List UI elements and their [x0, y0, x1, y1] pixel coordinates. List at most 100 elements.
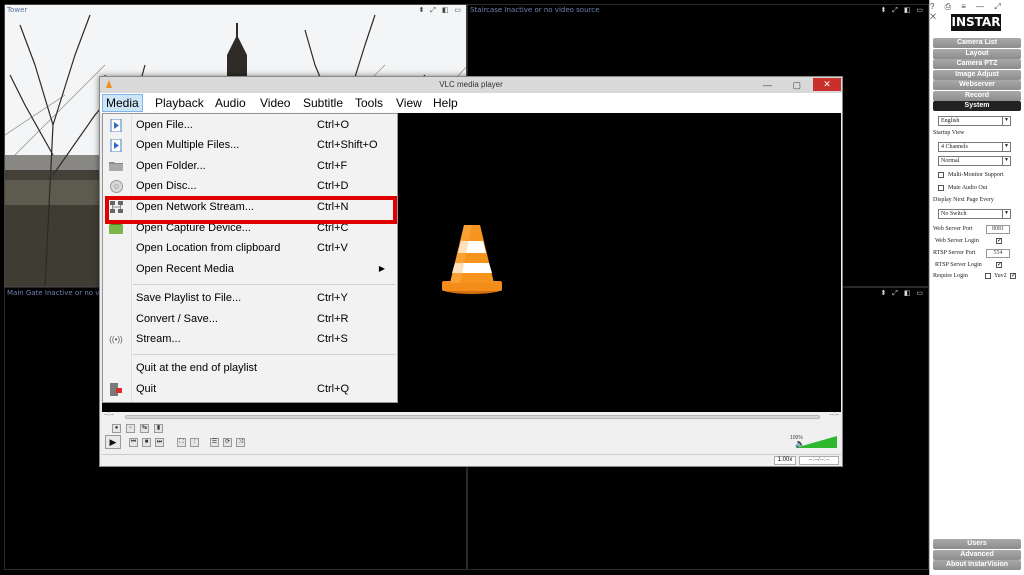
fullscreen-icon[interactable]: ⛶	[177, 438, 186, 447]
web-server-port-input[interactable]: 8081	[986, 225, 1010, 234]
nav-layout[interactable]: Layout	[933, 49, 1021, 59]
language-select[interactable]: English ▼	[938, 116, 1011, 126]
menu-item-label: Quit	[136, 383, 157, 395]
loop-icon[interactable]: ⟳	[223, 438, 232, 447]
close-icon[interactable]: ✕	[813, 78, 841, 91]
nav-users[interactable]: Users	[933, 539, 1021, 549]
rtsp-login-checkbox[interactable]: ✓	[996, 262, 1002, 268]
camera-tools[interactable]: ⬍ ⤢ ◧ ▭	[880, 6, 925, 15]
menu-item-open-recent-media[interactable]: Open Recent Media ▶	[103, 260, 397, 280]
chevron-down-icon: ▼	[1002, 117, 1010, 125]
media-menu: Open File... Ctrl+O Open Multiple Files.…	[102, 113, 398, 403]
menu-media[interactable]: Media	[102, 94, 143, 112]
playlist-icon[interactable]: ☰	[210, 438, 219, 447]
submenu-arrow-icon: ▶	[378, 264, 385, 273]
window-mode-select[interactable]: Normal ▼	[938, 156, 1011, 166]
control-panel: ? ⎙ ≡ — ⤢ ✕ INSTAR Camera List Layout Ca…	[929, 0, 1024, 575]
menu-item-open-folder[interactable]: Open Folder... Ctrl+F	[103, 157, 397, 177]
mute-audio-checkbox[interactable]	[938, 185, 944, 191]
display-next-select[interactable]: No Switch ▼	[938, 209, 1011, 219]
loop-ab-icon[interactable]: ↹	[140, 424, 149, 433]
playback-speed[interactable]: 1.00x	[774, 456, 796, 465]
volume-slider[interactable]: 🔈	[795, 436, 837, 448]
multi-monitor-checkbox[interactable]	[938, 172, 944, 178]
rtsp-login-label: RTSP Server Login	[935, 262, 982, 268]
vlc-cone-logo	[442, 225, 502, 294]
vlc-window-controls[interactable]: — ▢	[763, 77, 810, 93]
menu-audio[interactable]: Audio	[212, 94, 249, 112]
frame-step-icon[interactable]: ▮	[154, 424, 163, 433]
seek-bar[interactable]	[125, 415, 820, 419]
record-icon[interactable]: ●	[112, 424, 121, 433]
highlight-box	[105, 196, 397, 224]
menu-item-shortcut: Ctrl+R	[317, 313, 349, 325]
menu-item-label: Quit at the end of playlist	[136, 362, 258, 374]
display-next-value: No Switch	[941, 211, 967, 217]
nav-record[interactable]: Record	[933, 91, 1021, 101]
nav-image-adjust[interactable]: Image Adjust	[933, 70, 1021, 80]
vlc-title-bar[interactable]: VLC media player — ▢ ✕	[100, 77, 842, 93]
menu-item-quit[interactable]: Quit Ctrl+Q	[103, 380, 397, 400]
yuv2-label: Yuv2	[994, 273, 1007, 279]
menu-item-label: Open Disc...	[136, 180, 197, 192]
instar-logo: INSTAR	[951, 14, 1001, 31]
nav-advanced[interactable]: Advanced	[933, 550, 1021, 560]
menu-item-shortcut: Ctrl+Q	[317, 383, 350, 395]
extended-settings-icon[interactable]: ⫶	[190, 438, 199, 447]
menu-separator	[133, 354, 395, 355]
play-button[interactable]: ▶	[105, 435, 121, 449]
chevron-down-icon: ▼	[1002, 143, 1010, 151]
next-icon[interactable]: ⏭	[155, 438, 164, 447]
camera-label: Main Gate Inactive or no vi	[7, 289, 102, 297]
nav-about[interactable]: About InstarVision	[933, 560, 1021, 570]
menu-item-label: Save Playlist to File...	[136, 292, 242, 304]
menu-item-open-file[interactable]: Open File... Ctrl+O	[103, 116, 397, 136]
menu-item-shortcut: Ctrl+O	[317, 119, 350, 131]
capture-device-icon	[109, 222, 123, 236]
shuffle-icon[interactable]: ⤨	[236, 438, 245, 447]
require-login-checkbox[interactable]	[985, 273, 991, 279]
nav-camera-list[interactable]: Camera List	[933, 38, 1021, 48]
menu-playback[interactable]: Playback	[152, 94, 207, 112]
menu-video[interactable]: Video	[257, 94, 293, 112]
time-display[interactable]: --:--/--:--	[799, 456, 839, 465]
status-bar: 1.00x --:--/--:--	[102, 454, 841, 465]
snapshot-icon[interactable]: ▫	[126, 424, 135, 433]
menu-item-open-disc[interactable]: Open Disc... Ctrl+D	[103, 177, 397, 197]
yuv2-checkbox[interactable]: ✓	[1010, 273, 1016, 279]
web-server-login-label: Web Server Login	[935, 238, 979, 244]
web-server-port-label: Web Server Port	[933, 226, 973, 232]
menu-view[interactable]: View	[393, 94, 425, 112]
camera-tools[interactable]: ⬍ ⤢ ◧ ▭	[880, 289, 925, 298]
startup-view-label: Startup View	[933, 130, 965, 136]
menu-item-open-multiple-files[interactable]: Open Multiple Files... Ctrl+Shift+O	[103, 136, 397, 156]
menu-tools[interactable]: Tools	[352, 94, 386, 112]
remaining-time: --:--	[829, 412, 839, 418]
vlc-controls: --:-- --:-- ● ▫ ↹ ▮ ▶ ⏮ ■ ⏭ ⛶ ⫶ ☰ ⟳ ⤨ 10…	[102, 412, 841, 466]
menu-item-convert-save[interactable]: Convert / Save... Ctrl+R	[103, 310, 397, 330]
menu-item-shortcut: Ctrl+S	[317, 333, 348, 345]
menu-help[interactable]: Help	[430, 94, 461, 112]
menu-item-quit-end-playlist[interactable]: Quit at the end of playlist	[103, 359, 397, 379]
nav-webserver[interactable]: Webserver	[933, 80, 1021, 90]
files-play-icon	[109, 138, 123, 153]
rtsp-port-input[interactable]: 554	[986, 249, 1010, 258]
menu-item-stream[interactable]: ((•)) Stream... Ctrl+S	[103, 330, 397, 350]
startup-view-select[interactable]: 4 Channels ▼	[938, 142, 1011, 152]
menu-item-shortcut: Ctrl+V	[317, 242, 348, 254]
nav-system[interactable]: System	[933, 101, 1021, 111]
menu-item-label: Open Recent Media	[136, 263, 234, 275]
menu-item-label: Open Location from clipboard	[136, 242, 281, 254]
stream-icon: ((•))	[109, 335, 123, 344]
previous-icon[interactable]: ⏮	[129, 438, 138, 447]
window-mode-value: Normal	[941, 158, 960, 164]
menu-item-open-location-clipboard[interactable]: Open Location from clipboard Ctrl+V	[103, 239, 397, 259]
menu-item-label: Convert / Save...	[136, 313, 218, 325]
menu-subtitle[interactable]: Subtitle	[300, 94, 346, 112]
stop-icon[interactable]: ■	[142, 438, 151, 447]
web-server-login-checkbox[interactable]: ✓	[996, 238, 1002, 244]
nav-camera-ptz[interactable]: Camera PTZ	[933, 59, 1021, 69]
display-next-label: Display Next Page Every	[933, 197, 994, 203]
camera-tools[interactable]: ⬍ ⤢ ◧ ▭	[418, 6, 463, 15]
menu-item-save-playlist[interactable]: Save Playlist to File... Ctrl+Y	[103, 289, 397, 309]
